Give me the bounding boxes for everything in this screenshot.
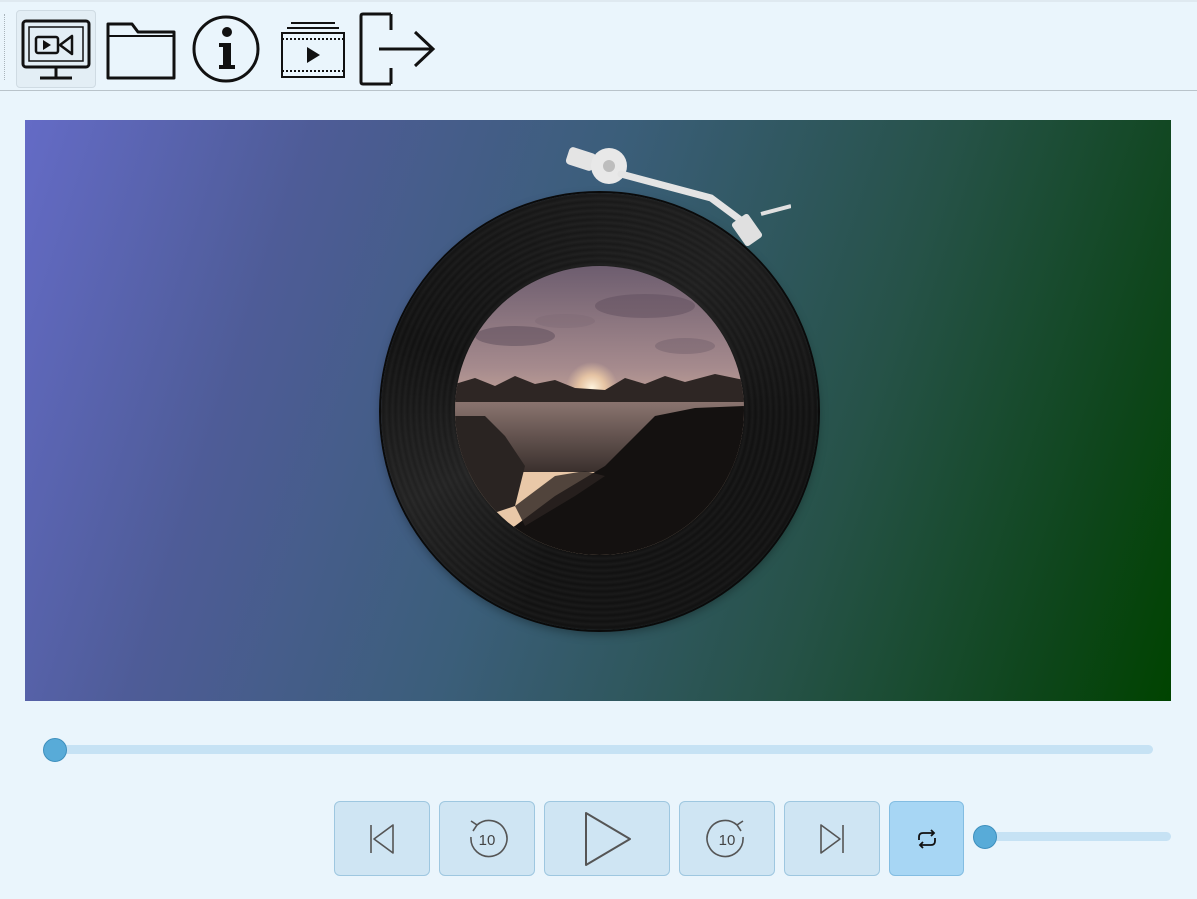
info-button[interactable] [188,10,264,88]
sunset-lake-image [455,266,744,555]
playlist-icon [281,22,345,78]
rewind-10-icon: 10 [470,819,508,857]
repeat-toggle-button[interactable] [889,801,964,876]
play-icon [585,811,631,866]
rewind-10-button[interactable]: 10 [439,801,535,876]
rewind-seconds-label: 10 [479,832,496,849]
album-cover-art [455,266,744,555]
repeat-icon [917,828,936,849]
forward-seconds-label: 10 [719,832,736,849]
tonearm [565,147,791,247]
info-icon [192,15,260,83]
video-display[interactable] [25,120,1171,701]
vinyl-record [381,193,818,630]
next-track-icon [820,823,844,854]
folder-icon [106,22,176,80]
exit-icon [359,12,436,86]
previous-track-icon [370,823,394,854]
open-folder-button[interactable] [102,10,180,88]
next-track-button[interactable] [784,801,880,876]
play-button[interactable] [544,801,670,876]
volume-slider-handle[interactable] [973,825,997,849]
seek-slider-track[interactable] [49,745,1153,754]
volume-slider-track[interactable] [979,832,1171,841]
seek-slider-handle[interactable] [43,738,67,762]
exit-button[interactable] [356,10,438,88]
previous-track-button[interactable] [334,801,430,876]
media-player-button[interactable] [16,10,96,88]
monitor-video-icon [21,19,91,80]
forward-10-icon: 10 [706,819,744,857]
toolbar [0,0,1197,91]
playlist-button[interactable] [274,10,350,88]
toolbar-grip[interactable] [4,14,8,80]
forward-10-button[interactable]: 10 [679,801,775,876]
